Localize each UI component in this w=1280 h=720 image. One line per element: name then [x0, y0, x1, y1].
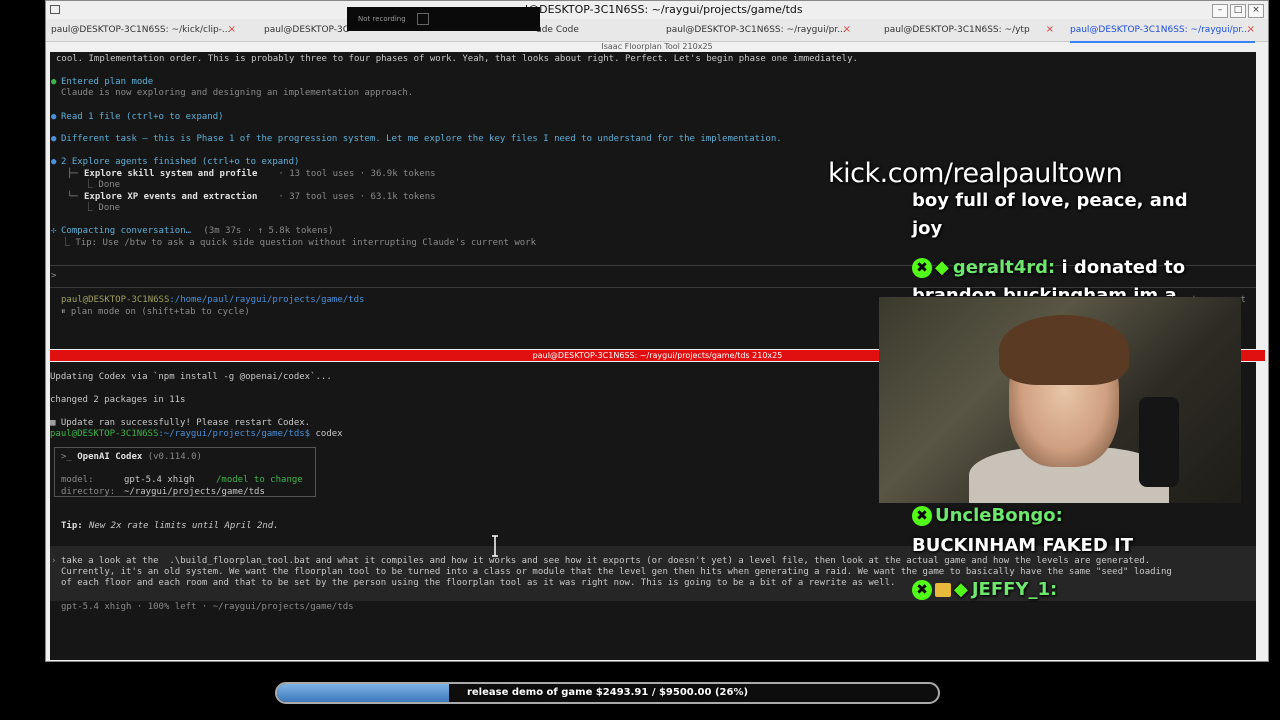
fullscreen-icon[interactable]: [417, 13, 429, 25]
divider: [50, 265, 1256, 266]
input-line: Currently, it's an old system. We want t…: [61, 567, 1172, 577]
model-label: model:: [61, 475, 94, 485]
codex-header: >_ OpenAI Codex (v0.114.0): [61, 452, 202, 462]
pane-divider-bar[interactable]: paul@DESKTOP-3C1N6SS: ~/raygui/projects/…: [50, 350, 1265, 361]
update-ok-line: ▦ Update ran successfully! Please restar…: [50, 418, 311, 428]
maximize-button[interactable]: □: [1230, 4, 1246, 18]
compacting-meta: (3m 37s · ↑ 5.8k tokens): [198, 226, 334, 236]
read-file-line: Read 1 file (ctrl+o to expand): [61, 112, 224, 122]
tab-label: paul@DESKTOP-3C1: [264, 25, 349, 35]
spinner-icon: ✢: [51, 226, 57, 236]
tab-terminal-2[interactable]: paul@DESKTOP-3C1: [264, 19, 349, 41]
prompt-path: paul@DESKTOP-3C1N6SS:/home/paul/raygui/p…: [61, 295, 364, 306]
changed-line: changed 2 packages in 11s: [50, 395, 186, 405]
tip-label: Tip:: [61, 521, 83, 531]
tab-label: paul@DESKTOP-3C1N6SS: ~/raygui/pr...: [666, 25, 846, 35]
codex-title: OpenAI Codex: [77, 452, 143, 462]
divider: [50, 287, 1256, 288]
agents-line: 2 Explore agents finished (ctrl+o to exp…: [61, 157, 300, 167]
status-text: Done: [98, 203, 121, 213]
compacting-line: Compacting conversation…: [61, 226, 192, 236]
prompt-input[interactable]: › take a look at the .\build_floorplan_t…: [50, 546, 1256, 601]
close-button[interactable]: ×: [1248, 4, 1264, 18]
title-bar: aul@DESKTOP-3C1N6SS: ~/raygui/projects/g…: [46, 1, 1268, 20]
bullet-icon: ●: [51, 157, 57, 167]
status-text: Done: [98, 180, 121, 190]
recording-indicator[interactable]: Not recording: [347, 7, 540, 31]
prompt-dir: :~/raygui/projects/game/tds$: [158, 429, 311, 439]
donation-goal-bar: release demo of game $2493.91 / $9500.00…: [275, 682, 940, 704]
plan-mode-sub: Claude is now exploring and designing an…: [61, 88, 414, 98]
tree-branch-icon: ├─: [67, 169, 78, 179]
agent1-title: Explore skill system and profile: [84, 169, 258, 179]
tab-label: ude Code: [536, 25, 579, 35]
bullet-icon: ●: [51, 134, 57, 144]
input-line: of each floor and each room and that to …: [61, 578, 896, 588]
output-line: cool. Implementation order. This is prob…: [56, 54, 858, 64]
codex-pane[interactable]: Updating Codex via `npm install -g @open…: [50, 362, 1256, 660]
tab-ytp[interactable]: paul@DESKTOP-3C1N6SS: ~/ytp ×: [884, 19, 1054, 41]
minimize-button[interactable]: –: [1212, 4, 1228, 18]
window-title: aul@DESKTOP-3C1N6SS: ~/raygui/projects/g…: [511, 3, 803, 16]
hint-text: plan mode on (shift+tab to cycle): [70, 307, 250, 317]
tab-close-icon[interactable]: ×: [228, 19, 236, 41]
tab-close-icon[interactable]: ×: [1247, 19, 1255, 41]
auto-compact-label: l auto-compact: [1170, 295, 1246, 305]
tab-bar: paul@DESKTOP-3C1N6SS: ~/kick/clip-... × p…: [46, 19, 1268, 43]
goal-progress-fill: [277, 684, 449, 702]
input-line: take a look at the .\build_floorplan_too…: [61, 556, 1151, 566]
tab-raygui-active[interactable]: paul@DESKTOP-3C1N6SS: ~/raygui/pr... ×: [1070, 19, 1255, 43]
bullet-icon: ●: [51, 77, 57, 87]
tab-raygui-1[interactable]: paul@DESKTOP-3C1N6SS: ~/raygui/pr... ×: [666, 19, 851, 41]
prompt-dir: :/home/paul/raygui/projects/game/tds: [169, 295, 365, 305]
tab-close-icon[interactable]: ×: [1046, 19, 1054, 41]
model-hint: /model to change: [216, 475, 303, 485]
recording-label: Not recording: [358, 15, 406, 23]
agent2-meta: · 37 tool uses · 63.1k tokens: [273, 192, 436, 202]
different-task-line: Different task — this is Phase 1 of the …: [61, 134, 782, 144]
tab-claude-code[interactable]: ude Code: [536, 19, 646, 41]
update-ok-text: Update ran successfully! Please restart …: [60, 418, 311, 428]
goal-text: release demo of game $2493.91 / $9500.00…: [466, 687, 749, 698]
tab-label: paul@DESKTOP-3C1N6SS: ~/ytp: [884, 25, 1030, 35]
directory-value: ~/raygui/projects/game/tds: [124, 487, 265, 497]
agent2-title: Explore XP events and extraction: [84, 192, 258, 202]
tab-label: paul@DESKTOP-3C1N6SS: ~/raygui/pr...: [1070, 25, 1250, 35]
codex-status-line: gpt-5.4 xhigh · 100% left · ~/raygui/pro…: [61, 602, 354, 612]
plan-mode-line: Entered plan mode: [61, 77, 154, 87]
codex-version: (v0.114.0): [147, 452, 202, 462]
claude-code-pane[interactable]: cool. Implementation order. This is prob…: [50, 52, 1256, 349]
tab-close-icon[interactable]: ×: [843, 19, 851, 41]
plan-mode-hint: ⏸ plan mode on (shift+tab to cycle): [61, 307, 250, 317]
agent1-status: ⎿ Done: [84, 180, 121, 190]
directory-label: directory:: [61, 487, 116, 497]
prompt-user: paul@DESKTOP-3C1N6SS: [61, 295, 170, 305]
pane-title: Isaac Floorplan Tool 210x25: [601, 42, 713, 51]
terminal-window: aul@DESKTOP-3C1N6SS: ~/raygui/projects/g…: [45, 0, 1269, 662]
prompt-user: paul@DESKTOP-3C1N6SS: [50, 429, 159, 439]
updating-line: Updating Codex via `npm install -g @open…: [50, 372, 332, 382]
tab-kick-clip[interactable]: paul@DESKTOP-3C1N6SS: ~/kick/clip-... ×: [51, 19, 236, 41]
tip-text: New 2x rate limits until April 2nd.: [89, 521, 279, 531]
tab-label: paul@DESKTOP-3C1N6SS: ~/kick/clip-...: [51, 25, 231, 35]
input-caret-icon: ›: [51, 556, 57, 566]
prompt-command: codex: [310, 429, 343, 439]
tip-line: ⎿ Tip: Use /btw to ask a quick side ques…: [61, 238, 536, 248]
agent1-meta: · 13 tool uses · 36.9k tokens: [273, 169, 436, 179]
bullet-icon: ●: [51, 112, 57, 122]
tip-text: Tip: Use /btw to ask a quick side questi…: [75, 238, 536, 248]
model-value: gpt-5.4 xhigh: [124, 475, 195, 485]
agent2-status: ⎿ Done: [84, 203, 121, 213]
prompt-char: >: [51, 271, 57, 281]
shell-prompt: paul@DESKTOP-3C1N6SS:~/raygui/projects/g…: [50, 429, 343, 440]
tree-branch-icon: └─: [67, 192, 78, 202]
